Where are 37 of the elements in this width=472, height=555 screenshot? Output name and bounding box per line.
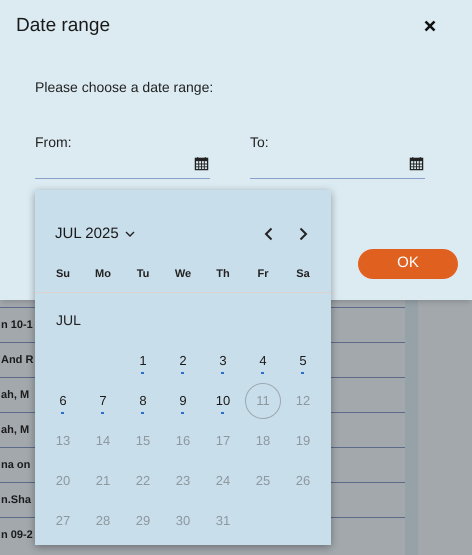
row-text: ah, M [0,388,30,403]
calendar-icon[interactable] [409,156,424,170]
weekday-label: Th [215,267,231,282]
day-button[interactable]: 6 [45,382,81,418]
row-text: n.Sha [0,492,31,508]
day-button[interactable]: 2 [165,342,201,378]
row-text: na on [0,458,30,473]
dialog-title: Date range [16,14,110,38]
weekday-label: Su [54,267,72,282]
day-button[interactable]: 7 [85,382,121,418]
weekday-label: We [174,267,192,282]
row-text: And R [0,352,34,368]
row-text: n 10-1 [0,318,33,333]
day-button[interactable]: 9 [165,382,201,418]
prompt-text: Please choose a date range: [35,78,214,97]
chevron-down-icon [124,231,135,238]
day-button[interactable]: 3 [205,342,241,378]
day-button[interactable]: 10 [205,382,241,418]
day-button[interactable]: 5 [285,342,321,378]
day-button[interactable]: 4 [245,342,281,378]
day-button[interactable]: 1 [125,342,161,378]
previous-icon[interactable] [264,227,273,242]
weekday-label: Mo [94,267,112,282]
field-label: From: [35,132,73,152]
weekday-label: Tu [136,267,150,282]
month-year-dropdown[interactable]: JUL 2025 [55,223,135,246]
close-icon[interactable] [424,20,436,32]
row-text: ah, M [0,422,30,438]
ok-button[interactable]: OK [358,248,458,278]
month-label: JUL [55,310,82,330]
field-label: To: [250,132,270,152]
calendar-icon[interactable] [194,156,209,170]
next-icon[interactable] [299,227,308,242]
day-button[interactable]: 8 [125,382,161,418]
weekday-label: Fr [256,267,270,282]
weekday-label: Sa [295,267,311,282]
row-text: n 09-2 [0,528,33,543]
